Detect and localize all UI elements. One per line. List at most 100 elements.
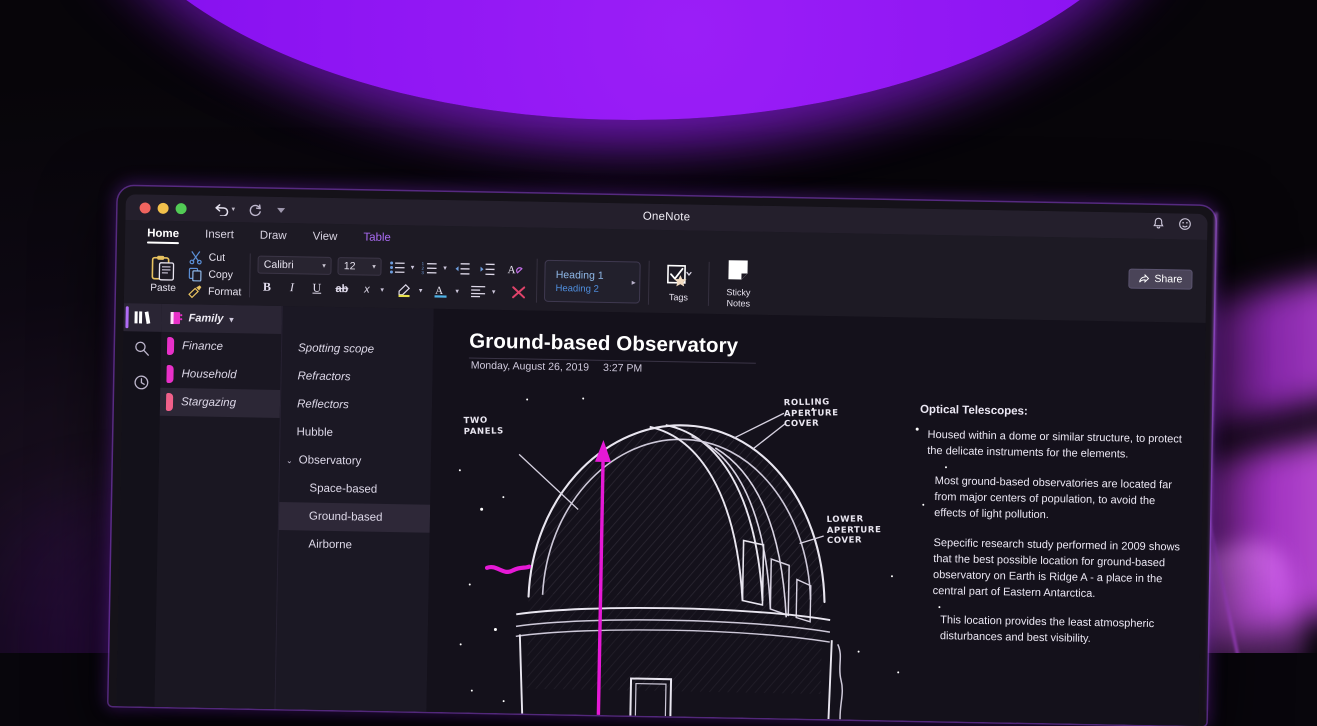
chevron-down-icon: ▾ (372, 263, 376, 271)
onenote-window: ▾ OneNote Home Insert Draw View Table (116, 194, 1207, 726)
star (459, 469, 461, 471)
page-item-hubble[interactable]: Hubble (280, 418, 431, 449)
maximize-button[interactable] (176, 203, 187, 214)
sticky-notes-button[interactable]: Sticky Notes (716, 259, 761, 310)
svg-text:3: 3 (422, 270, 425, 275)
font-row-top: Calibri ▾ 12 ▾ ▾ 123 (258, 256, 529, 279)
bullet-list-dropdown[interactable]: ▾ (411, 263, 415, 271)
numbered-list-button[interactable]: 123 (420, 259, 439, 276)
two-panels-label: TWO PANELS (463, 415, 503, 437)
decrease-indent-button[interactable] (453, 260, 472, 277)
tab-view[interactable]: View (313, 230, 338, 245)
search-button[interactable] (123, 331, 162, 366)
page-item-space-based[interactable]: Space-based (279, 474, 430, 505)
page-item-label: Space-based (309, 483, 377, 496)
minimize-button[interactable] (158, 202, 169, 213)
titlebar-right-icons (1152, 217, 1191, 236)
paste-button[interactable]: Paste (140, 254, 187, 294)
clipboard-group: Paste Cut Copy Format (132, 243, 250, 305)
copy-button[interactable]: Copy (188, 267, 242, 282)
style-gallery[interactable]: Heading 1 Heading 2 ▸ (544, 260, 641, 304)
window-controls[interactable] (140, 202, 187, 214)
page-time-value: 3:27 PM (603, 362, 642, 375)
tab-home[interactable]: Home (147, 227, 179, 243)
undo-button[interactable]: ▾ (214, 202, 235, 215)
star (469, 583, 471, 585)
notebook-name: Family (188, 312, 223, 325)
superscript-dropdown[interactable]: ▾ (380, 285, 384, 293)
italic-button[interactable]: I (282, 279, 301, 296)
redo-button[interactable] (248, 203, 262, 216)
chevron-down-icon[interactable]: ⌄ (286, 456, 293, 465)
tab-insert[interactable]: Insert (205, 228, 234, 244)
tags-label: Tags (669, 293, 688, 303)
bold-button[interactable]: B (257, 279, 276, 296)
star (897, 671, 899, 673)
increase-indent-button[interactable] (478, 260, 497, 277)
star (526, 399, 528, 401)
notebooks-button[interactable] (123, 303, 162, 332)
page-canvas[interactable]: Ground-based Observatory Monday, August … (426, 309, 1205, 726)
notes-text-block[interactable]: Optical Telescopes: Housed within a dome… (915, 404, 1188, 664)
star (502, 496, 504, 498)
superscript-button[interactable]: x (357, 280, 376, 297)
styles-button[interactable]: A (507, 261, 526, 278)
notebook-item-finance[interactable]: Finance (161, 332, 281, 362)
bullet-list-button[interactable] (388, 258, 407, 275)
align-dropdown[interactable]: ▾ (492, 287, 496, 295)
close-button[interactable] (140, 202, 151, 213)
page-item-airborne[interactable]: Airborne (278, 530, 429, 561)
align-left-icon (470, 284, 486, 297)
tags-icon (666, 264, 692, 291)
page-item-refractors[interactable]: Refractors (281, 362, 432, 393)
highlight-button[interactable] (396, 281, 415, 298)
bell-icon[interactable] (1152, 217, 1164, 235)
page-item-label: Hubble (296, 426, 333, 439)
annotation-line: COVER (827, 535, 882, 547)
clear-formatting-button[interactable] (509, 283, 528, 300)
strikethrough-button[interactable]: ab (332, 280, 351, 297)
notebook-item-household[interactable]: Household (160, 360, 280, 390)
page-title[interactable]: Ground-based Observatory (469, 329, 738, 358)
tab-table[interactable]: Table (363, 231, 391, 247)
chevron-down-icon[interactable]: ▾ (229, 315, 233, 324)
increase-indent-icon (479, 262, 495, 275)
recent-button[interactable] (122, 365, 161, 400)
notes-paragraph-1: Housed within a dome or similar structur… (919, 428, 1188, 465)
underline-button[interactable]: U (307, 279, 326, 296)
notes-paragraph-4: This location provides the least atmosph… (916, 613, 1185, 650)
tab-draw[interactable]: Draw (260, 229, 287, 244)
page-item-ground-based[interactable]: Ground-based (279, 502, 430, 533)
styles-icon: A (507, 262, 525, 277)
page-item-reflectors[interactable]: Reflectors (281, 390, 432, 421)
style-gallery-more-icon[interactable]: ▸ (632, 278, 636, 287)
notebook-item-stargazing[interactable]: Stargazing (160, 388, 280, 418)
style-heading-2[interactable]: Heading 2 (555, 283, 639, 296)
smiley-icon[interactable] (1178, 217, 1191, 235)
paste-icon (150, 254, 177, 282)
customize-toolbar-button[interactable] (275, 204, 286, 215)
font-family-select[interactable]: Calibri ▾ (258, 256, 332, 275)
notebook-color-tab (166, 365, 173, 383)
font-color-dropdown[interactable]: ▾ (455, 287, 459, 295)
notes-paragraph-2: Most ground-based observatories are loca… (918, 474, 1187, 527)
observatory-sketch[interactable]: TWO PANELS ROLLING APERTURE COVER LOWER … (448, 387, 974, 726)
tags-button[interactable]: Tags (656, 264, 701, 303)
copy-icon (188, 267, 202, 281)
numbered-list-dropdown[interactable]: ▾ (443, 264, 447, 272)
font-color-button[interactable]: A (432, 282, 451, 299)
share-button[interactable]: Share (1128, 269, 1192, 290)
styles-group: Heading 1 Heading 2 ▸ (536, 251, 649, 313)
style-heading-1[interactable]: Heading 1 (556, 269, 640, 283)
page-item-observatory[interactable]: ⌄Observatory (280, 446, 431, 477)
chevron-down-icon[interactable]: ▾ (232, 205, 236, 213)
align-button[interactable] (469, 282, 488, 299)
font-family-value: Calibri (264, 259, 294, 272)
page-item-spotting-scope[interactable]: Spotting scope (282, 334, 433, 365)
format-painter-button[interactable]: Format (188, 284, 242, 299)
highlight-dropdown[interactable]: ▾ (419, 286, 423, 294)
current-notebook-header[interactable]: Family ▾ (161, 304, 281, 334)
cut-button[interactable]: Cut (189, 250, 243, 265)
font-size-select[interactable]: 12 ▾ (338, 257, 382, 276)
chevron-down-icon: ▾ (322, 262, 326, 270)
